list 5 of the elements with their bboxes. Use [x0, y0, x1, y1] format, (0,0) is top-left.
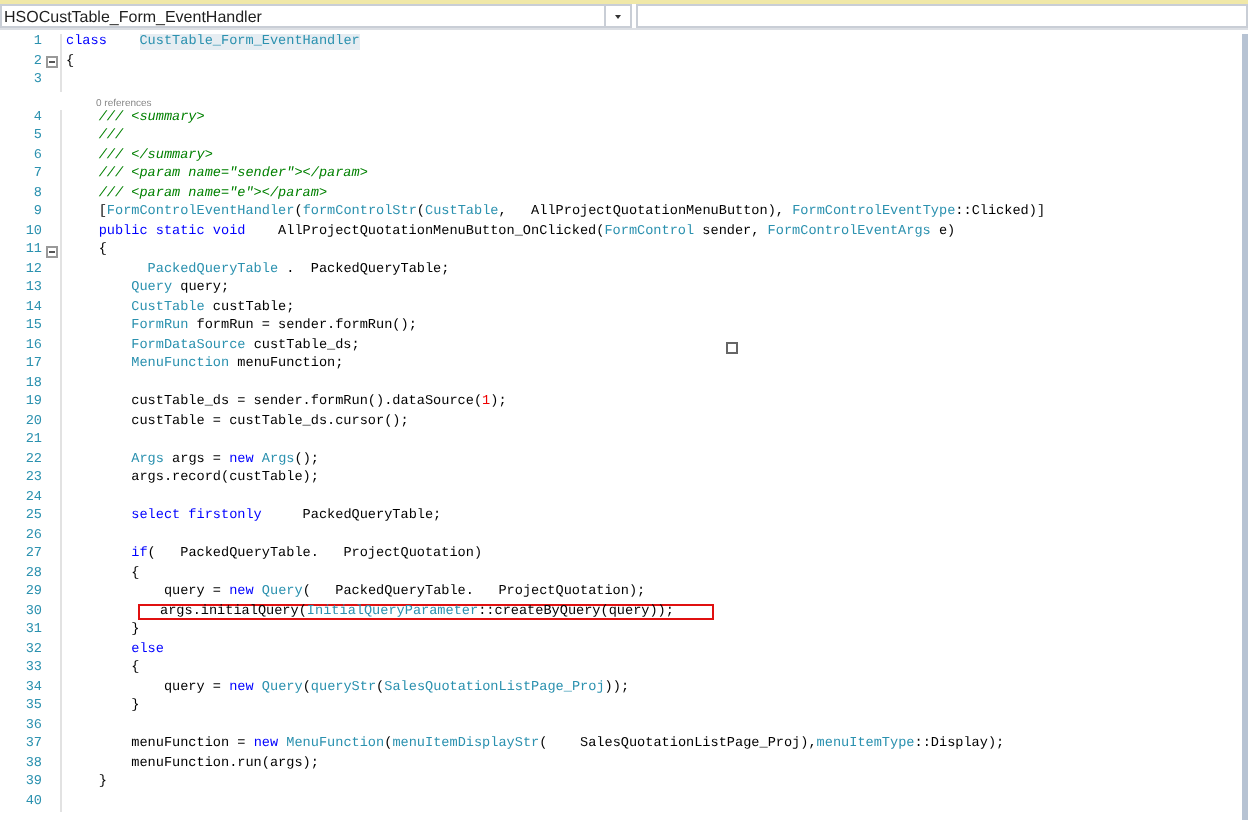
collapse-icon[interactable]	[45, 245, 57, 258]
collapse-icon[interactable]	[45, 56, 57, 69]
marker-square-icon	[726, 342, 738, 354]
scrollbar[interactable]	[1242, 34, 1248, 820]
class-dropdown[interactable]: HSOCustTable_Form_EventHandler	[0, 4, 632, 28]
